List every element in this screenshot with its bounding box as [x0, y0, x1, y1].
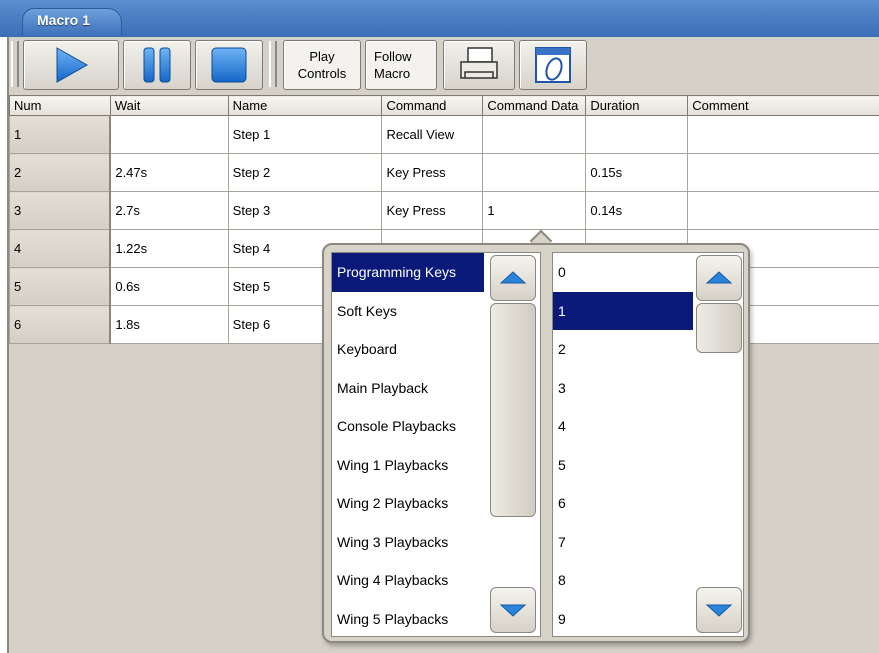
cell-command[interactable]: Recall View	[381, 115, 484, 154]
column-header[interactable]: Command	[381, 95, 484, 116]
cell-wait[interactable]	[109, 115, 229, 154]
cell-num[interactable]: 4	[9, 229, 112, 268]
category-scroll-down-button[interactable]	[490, 587, 536, 633]
key-item[interactable]: 5	[553, 446, 693, 485]
arrow-down-icon	[706, 604, 732, 617]
cell-num[interactable]: 3	[9, 191, 112, 230]
key-item[interactable]: 6	[553, 484, 693, 523]
cell-name[interactable]: Step 2	[227, 153, 383, 192]
cell-command[interactable]: Key Press	[381, 153, 484, 192]
column-header[interactable]: Duration	[585, 95, 689, 116]
category-item[interactable]: Wing 1 Playbacks	[332, 446, 484, 485]
cell-num[interactable]: 6	[9, 305, 112, 344]
key-item[interactable]: 4	[553, 407, 693, 446]
category-item[interactable]: Wing 3 Playbacks	[332, 523, 484, 562]
column-header[interactable]: Wait	[109, 95, 229, 116]
cell-duration[interactable]	[585, 115, 689, 154]
toolbar-grip-2[interactable]	[269, 41, 277, 87]
play-controls-button[interactable]: Play Controls	[283, 40, 361, 90]
key-scroll-up-button[interactable]	[696, 255, 742, 301]
category-item[interactable]: Programming Keys	[332, 253, 484, 292]
cell-comment[interactable]	[687, 191, 879, 230]
cell-duration[interactable]: 0.14s	[585, 191, 689, 230]
table-row[interactable]: 3 2.7s Step 3 Key Press 1 0.14s	[9, 191, 879, 230]
column-header[interactable]: Comment	[687, 95, 879, 116]
print-button[interactable]	[443, 40, 515, 90]
arrow-down-icon	[500, 604, 526, 617]
key-scroll-down-button[interactable]	[696, 587, 742, 633]
stop-icon	[211, 47, 247, 83]
cell-wait[interactable]: 0.6s	[109, 267, 229, 306]
key-item[interactable]: 0	[553, 253, 693, 292]
table-row[interactable]: 1 Step 1 Recall View	[9, 115, 879, 154]
category-item[interactable]: Keyboard	[332, 330, 484, 369]
category-item[interactable]: Wing 4 Playbacks	[332, 561, 484, 600]
cell-duration[interactable]: 0.15s	[585, 153, 689, 192]
key-item[interactable]: 8	[553, 561, 693, 600]
cell-wait[interactable]: 1.22s	[109, 229, 229, 268]
category-item[interactable]: Wing 5 Playbacks	[332, 600, 484, 639]
play-button[interactable]	[23, 40, 119, 90]
toolbar-grip[interactable]	[11, 41, 19, 87]
print-icon	[460, 47, 498, 79]
toolbar: Play Controls Follow Macro	[9, 37, 879, 95]
follow-macro-button[interactable]: Follow Macro	[365, 40, 437, 90]
stop-button[interactable]	[195, 40, 263, 90]
play-icon	[56, 47, 89, 83]
command-data-popup: Programming Keys Soft Keys Keyboard Main Pl…	[322, 243, 750, 643]
pause-icon	[143, 47, 171, 83]
key-item[interactable]: 1	[553, 291, 693, 330]
follow-macro-line1: Follow	[374, 49, 412, 64]
column-header[interactable]: Name	[227, 95, 383, 116]
cell-comment[interactable]	[687, 115, 879, 154]
cell-comment[interactable]	[687, 153, 879, 192]
play-controls-line2: Controls	[297, 66, 347, 81]
key-item[interactable]: 9	[553, 600, 693, 639]
cell-command[interactable]: Key Press	[381, 191, 484, 230]
cell-data[interactable]: 1	[482, 191, 587, 230]
cell-data[interactable]	[482, 115, 587, 154]
cell-name[interactable]: Step 1	[227, 115, 383, 154]
category-scroll-thumb[interactable]	[490, 303, 536, 517]
key-scroll-thumb[interactable]	[696, 303, 742, 353]
arrow-up-icon	[500, 271, 526, 284]
cell-num[interactable]: 5	[9, 267, 112, 306]
cell-wait[interactable]: 2.47s	[109, 153, 229, 192]
arrow-up-icon	[706, 271, 732, 284]
column-header[interactable]: Command Data	[482, 95, 587, 116]
category-item[interactable]: Soft Keys	[332, 292, 484, 331]
cell-num[interactable]: 2	[9, 153, 112, 192]
window-tab[interactable]: Macro 1	[22, 8, 122, 35]
follow-macro-line2: Macro	[374, 66, 411, 81]
cell-wait[interactable]: 1.8s	[109, 305, 229, 344]
edit-button[interactable]	[519, 40, 587, 90]
pause-button[interactable]	[123, 40, 191, 90]
edit-icon	[535, 47, 571, 83]
play-controls-line1: Play	[309, 49, 335, 64]
category-item[interactable]: Console Playbacks	[332, 407, 484, 446]
cell-wait[interactable]: 2.7s	[109, 191, 229, 230]
category-item[interactable]: Wing 2 Playbacks	[332, 484, 484, 523]
category-item[interactable]: Main Playback	[332, 369, 484, 408]
title-bar: Macro 1	[0, 0, 879, 37]
table-row[interactable]: 2 2.47s Step 2 Key Press 0.15s	[9, 153, 879, 192]
cell-name[interactable]: Step 3	[227, 191, 383, 230]
key-item[interactable]: 2	[553, 330, 693, 369]
cell-data[interactable]	[482, 153, 587, 192]
cell-num[interactable]: 1	[9, 115, 112, 154]
category-scroll-up-button[interactable]	[490, 255, 536, 301]
key-item[interactable]: 3	[553, 369, 693, 408]
key-item[interactable]: 7	[553, 523, 693, 562]
header-row: Num Wait Name Command Command Data Duration Co…	[9, 95, 879, 116]
column-header[interactable]: Num	[9, 95, 111, 116]
